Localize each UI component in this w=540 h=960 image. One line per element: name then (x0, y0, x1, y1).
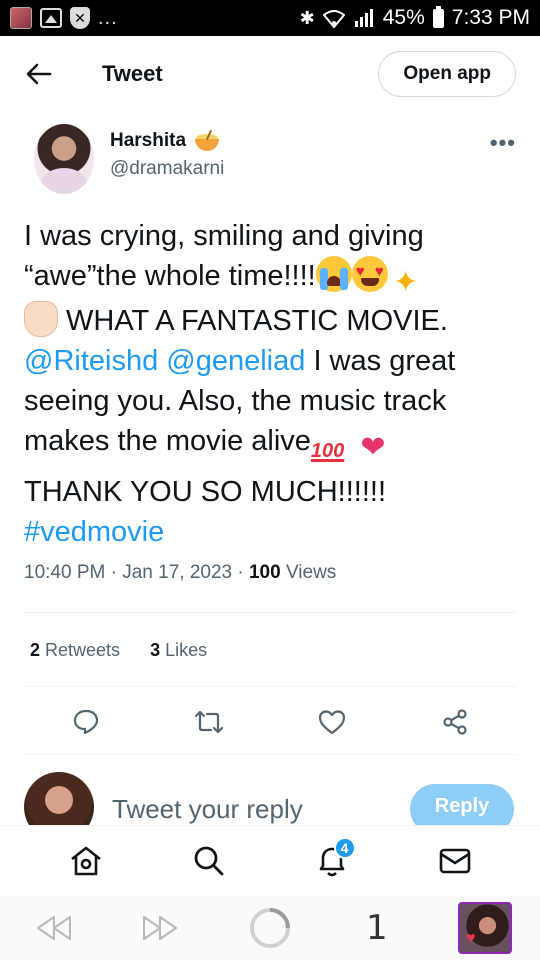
views-count: 100 (248, 562, 281, 583)
reply-composer: Tweet your reply Reply (0, 768, 540, 826)
gallery-notification-icon (40, 8, 62, 28)
tweet-time[interactable]: 10:40 PM (24, 562, 105, 583)
sparkles-emoji-icon: ✦ (393, 266, 419, 299)
author-avatar[interactable] (34, 124, 94, 194)
like-heart-icon[interactable] (315, 705, 349, 739)
likes-stat[interactable]: 3 Likes (150, 640, 207, 661)
crying-face-emoji-icon (315, 256, 352, 292)
author-name-row[interactable]: Harshita (110, 130, 224, 152)
author-name[interactable]: Harshita (110, 130, 186, 152)
hashtag-link[interactable]: #vedmovie (24, 512, 524, 552)
reply-icon[interactable] (69, 705, 103, 739)
mention-link[interactable]: @geneliad (166, 345, 305, 377)
heart-eyes-emoji-icon: ♥ ♥ (351, 256, 388, 292)
tweet-line: THANK YOU SO MUCH!!!!!! (24, 476, 387, 508)
home-icon[interactable] (66, 841, 106, 881)
browser-forward-icon[interactable] (140, 914, 180, 942)
more-options-icon[interactable]: ••• (490, 130, 516, 200)
tweet-line: makes the movie alive100 ❤ (24, 421, 524, 472)
tab-count[interactable]: 1 (366, 908, 388, 948)
browser-bottom-bar: 1 (0, 896, 540, 960)
page-title: Tweet (102, 61, 163, 86)
tweet-stats: 2 Retweets 3 Likes (30, 640, 207, 661)
reply-button[interactable]: Reply (410, 784, 514, 825)
author-handle[interactable]: @dramakarni (110, 158, 224, 180)
bluetooth-icon: ✱ (299, 7, 315, 28)
notifications-bell-icon[interactable]: 4 (312, 837, 356, 881)
back-arrow-icon[interactable] (24, 59, 54, 89)
notifications-badge: 4 (333, 837, 356, 859)
retweets-stat[interactable]: 2 Retweets (30, 640, 120, 661)
browser-back-icon[interactable] (34, 914, 74, 942)
search-icon[interactable] (189, 841, 229, 881)
tweet-actions (24, 704, 516, 740)
thumbs-gesture-emoji-icon (24, 301, 58, 337)
noodle-bowl-emoji-icon (194, 130, 220, 152)
wifi-icon (322, 10, 345, 28)
views-label: Views (280, 562, 337, 583)
mention-link[interactable]: @Riteishd (24, 345, 158, 377)
tweet-date[interactable]: Jan 17, 2023 (122, 562, 232, 583)
tweet-line: WHAT A FANTASTIC MOVIE. (24, 301, 524, 341)
bottom-tab-bar: 4 (0, 826, 540, 896)
more-notifications-icon: ... (98, 6, 118, 29)
notification-thumbnail-icon (10, 7, 32, 29)
tweet-line: seeing you. Also, the music track (24, 385, 447, 417)
user-avatar (24, 772, 94, 825)
divider (24, 754, 516, 755)
retweet-icon[interactable] (192, 705, 226, 739)
open-app-button[interactable]: Open app (378, 51, 516, 97)
revolving-hearts-emoji-icon: ❤ (360, 431, 386, 464)
reload-spinner-icon[interactable] (248, 906, 292, 950)
tweet-line: I was crying, smiling and giving (24, 220, 424, 252)
status-bar: ✕ ... ✱ 45% 7:33 PM (0, 0, 540, 36)
browser-profile-thumbnail[interactable] (458, 902, 512, 954)
signal-icon (354, 9, 373, 27)
messages-mail-icon[interactable] (435, 841, 475, 881)
reply-input[interactable]: Tweet your reply (112, 794, 303, 825)
share-icon[interactable] (438, 705, 472, 739)
divider (24, 612, 516, 613)
battery-icon (432, 5, 444, 28)
top-header: Tweet Open app (0, 36, 540, 112)
hundred-points-emoji-icon: 100 (310, 440, 345, 462)
tweet-line: @Riteishd @geneliad I was great (24, 345, 456, 377)
tweet-author: Harshita @dramakarni ••• (24, 124, 516, 200)
divider (24, 686, 516, 687)
battery-percent: 45% (382, 6, 425, 29)
clock: 7:33 PM (451, 6, 530, 29)
tweet-line: “awe”the whole time!!!! ♥ ♥ ✦ (24, 256, 524, 301)
shield-notification-icon: ✕ (70, 7, 90, 29)
tweet-text: I was crying, smiling and giving “awe”th… (24, 216, 524, 552)
tweet-meta: 10:40 PM · Jan 17, 2023 · 100 Views (24, 562, 337, 583)
